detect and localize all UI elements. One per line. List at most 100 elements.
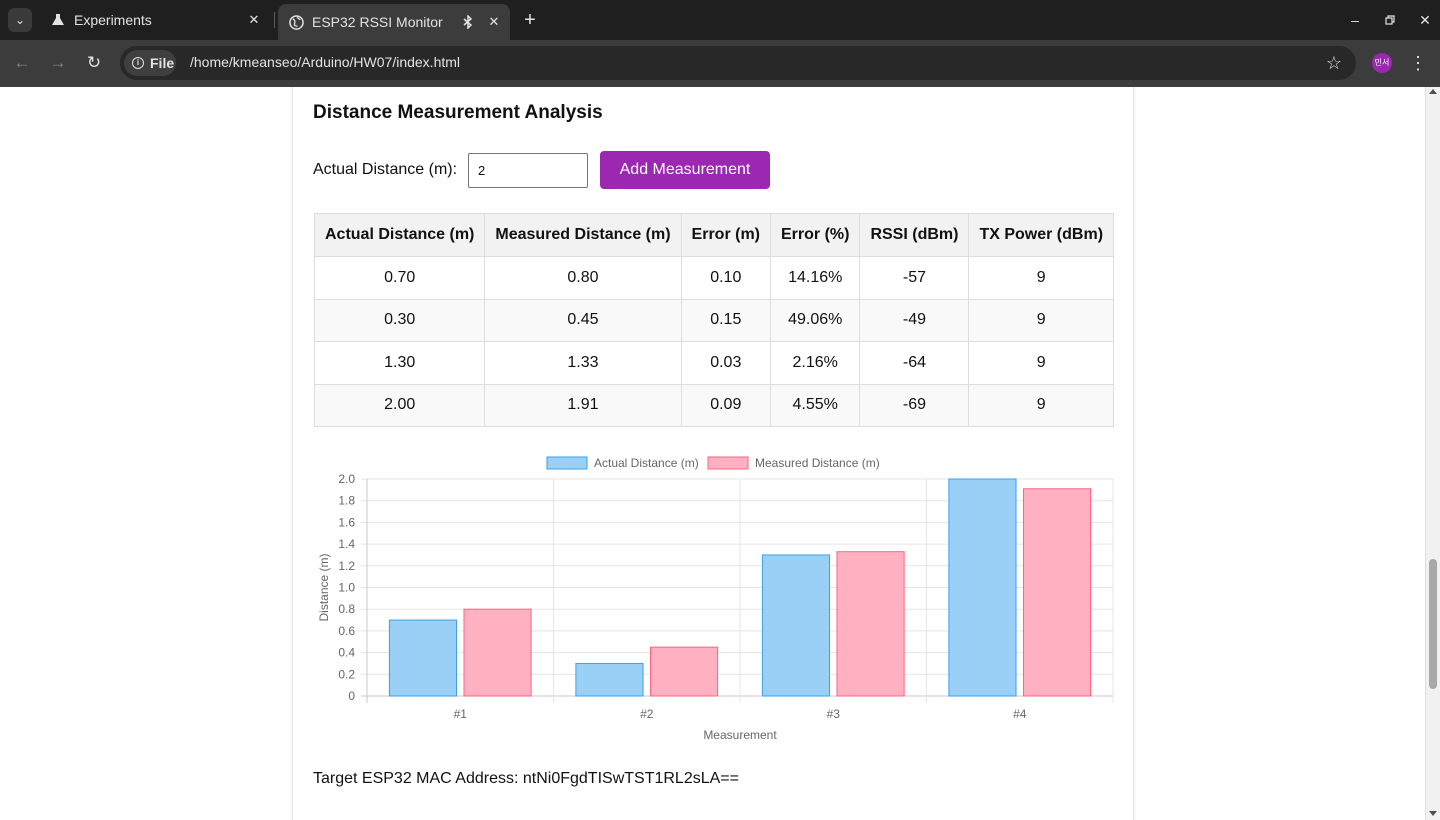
scroll-up-arrow-icon[interactable]: [1429, 89, 1437, 94]
cell-actual-distance: 0.70: [313, 256, 486, 300]
x-axis-title: Measurement: [703, 728, 777, 742]
site-info-chip[interactable]: i File: [124, 50, 176, 76]
cell-tx-power: 9: [968, 341, 1115, 385]
forward-arrow-icon[interactable]: →: [47, 52, 69, 74]
url-text[interactable]: /home/kmeanseo/Arduino/HW07/index.html: [190, 54, 460, 70]
reload-icon[interactable]: ↻: [83, 52, 105, 74]
header-error-percent: Error (%): [769, 213, 861, 257]
cell-actual-distance: 1.30: [313, 341, 486, 385]
y-tick-label: 1.4: [338, 537, 355, 551]
bar-actual: [948, 478, 1017, 697]
target-mac-address: Target ESP32 MAC Address: ntNi0FgdTISwTS…: [313, 770, 739, 787]
address-bar[interactable]: i File /home/kmeanseo/Arduino/HW07/index…: [120, 46, 1356, 80]
profile-avatar[interactable]: 민서: [1372, 53, 1392, 73]
cell-measured-distance: 0.45: [484, 298, 682, 342]
cell-measured-distance: 1.91: [484, 383, 682, 427]
back-arrow-icon[interactable]: ←: [11, 52, 33, 74]
close-icon[interactable]: ✕: [244, 10, 264, 30]
restore-icon[interactable]: [1380, 10, 1400, 30]
vertical-scrollbar[interactable]: [1425, 87, 1440, 820]
section-title: Distance Measurement Analysis: [313, 102, 603, 123]
cell-rssi: -64: [859, 341, 970, 385]
new-tab-plus-icon[interactable]: +: [518, 8, 542, 32]
tab-esp32-rssi-monitor[interactable]: ESP32 RSSI Monitor ✕: [278, 4, 510, 40]
y-tick-label: 0.6: [338, 624, 355, 638]
table-row: 0.30 0.45 0.15 49.06% -49 9: [313, 298, 1115, 342]
bar-actual: [575, 662, 644, 697]
y-tick-label: 0.8: [338, 602, 355, 616]
cell-measured-distance: 0.80: [484, 256, 682, 300]
tab-separator: [274, 12, 275, 28]
cell-error-m: 0.09: [680, 383, 772, 427]
globe-icon: [288, 14, 304, 30]
info-icon: i: [132, 57, 144, 69]
table-row: 1.30 1.33 0.03 2.16% -64 9: [313, 341, 1115, 385]
cell-error-percent: 4.55%: [769, 383, 861, 427]
table-row: 0.70 0.80 0.10 14.16% -57 9: [313, 256, 1115, 300]
cell-actual-distance: 0.30: [313, 298, 486, 342]
bar-actual: [761, 554, 831, 697]
y-tick-label: 2.0: [338, 472, 355, 486]
cell-tx-power: 9: [968, 256, 1115, 300]
site-chip-label: File: [150, 55, 175, 71]
bar-measured: [1022, 488, 1092, 697]
header-measured-distance: Measured Distance (m): [484, 213, 682, 257]
distance-bar-chart: 0 0.2 0.4 0.6 0.8 1.0 1.2 1.4 1.6 1.8 2.0 #1 #2 #3 #4 M…: [293, 433, 1135, 753]
bar-measured: [836, 551, 905, 697]
scroll-thumb[interactable]: [1429, 559, 1437, 689]
actual-distance-label: Actual Distance (m):: [313, 161, 458, 178]
table-header-row: Actual Distance (m) Measured Distance (m…: [313, 213, 1115, 257]
cell-actual-distance: 2.00: [313, 383, 486, 427]
y-tick-label: 1.2: [338, 559, 355, 573]
legend-label: Actual Distance (m): [594, 456, 699, 470]
table-row: 2.00 1.91 0.09 4.55% -69 9: [313, 383, 1115, 427]
y-tick-label: 0.2: [338, 667, 355, 681]
cell-error-percent: 2.16%: [769, 341, 861, 385]
scroll-down-arrow-icon[interactable]: [1429, 811, 1437, 816]
actual-distance-input[interactable]: [468, 153, 588, 188]
header-rssi: RSSI (dBm): [859, 213, 970, 257]
y-tick-label: 0: [348, 689, 355, 703]
cell-error-m: 0.15: [680, 298, 772, 342]
header-error-m: Error (m): [680, 213, 772, 257]
window-close-icon[interactable]: ✕: [1415, 10, 1435, 30]
content-card: Distance Measurement Analysis Actual Dis…: [292, 87, 1134, 820]
tab-experiments[interactable]: Experiments ✕: [40, 6, 270, 34]
bar-actual: [388, 619, 458, 697]
tab-bar: ⌄ Experiments ✕ ESP32 RSSI Monitor ✕ + –…: [0, 0, 1440, 40]
cell-rssi: -57: [859, 256, 970, 300]
tab-title: ESP32 RSSI Monitor: [312, 14, 443, 30]
minimize-icon[interactable]: –: [1345, 10, 1365, 30]
cell-tx-power: 9: [968, 298, 1115, 342]
cell-error-m: 0.10: [680, 256, 772, 300]
chart-svg: 0 0.2 0.4 0.6 0.8 1.0 1.2 1.4 1.6 1.8 2.0 #1 #2 #3 #4 M…: [317, 456, 1114, 742]
cell-tx-power: 9: [968, 383, 1115, 427]
x-tick-label: #2: [640, 707, 654, 721]
bar-measured: [649, 646, 719, 697]
tab-title: Experiments: [74, 12, 152, 28]
y-tick-label: 1.0: [338, 581, 355, 595]
close-icon[interactable]: ✕: [484, 12, 504, 32]
more-menu-icon[interactable]: ⋮: [1408, 52, 1428, 74]
x-tick-label: #3: [827, 707, 841, 721]
flask-icon: [50, 12, 66, 28]
y-tick-label: 0.4: [338, 646, 355, 660]
cell-measured-distance: 1.33: [484, 341, 682, 385]
cell-rssi: -69: [859, 383, 970, 427]
tab-search-chevron-icon[interactable]: ⌄: [8, 8, 32, 32]
header-actual-distance: Actual Distance (m): [313, 213, 486, 257]
header-tx-power: TX Power (dBm): [968, 213, 1115, 257]
cell-rssi: -49: [859, 298, 970, 342]
legend-swatch: [707, 456, 749, 470]
y-tick-label: 1.6: [338, 515, 355, 529]
cell-error-percent: 49.06%: [769, 298, 861, 342]
x-tick-label: #4: [1013, 707, 1027, 721]
measurements-table: Actual Distance (m) Measured Distance (m…: [313, 213, 1115, 427]
bookmark-star-icon[interactable]: ☆: [1326, 52, 1342, 74]
y-tick-label: 1.8: [338, 494, 355, 508]
browser-toolbar: ← → ↻ i File /home/kmeanseo/Arduino/HW07…: [0, 40, 1440, 87]
cell-error-percent: 14.16%: [769, 256, 861, 300]
legend-swatch: [546, 456, 588, 470]
add-measurement-button[interactable]: Add Measurement: [600, 151, 770, 189]
cell-error-m: 0.03: [680, 341, 772, 385]
